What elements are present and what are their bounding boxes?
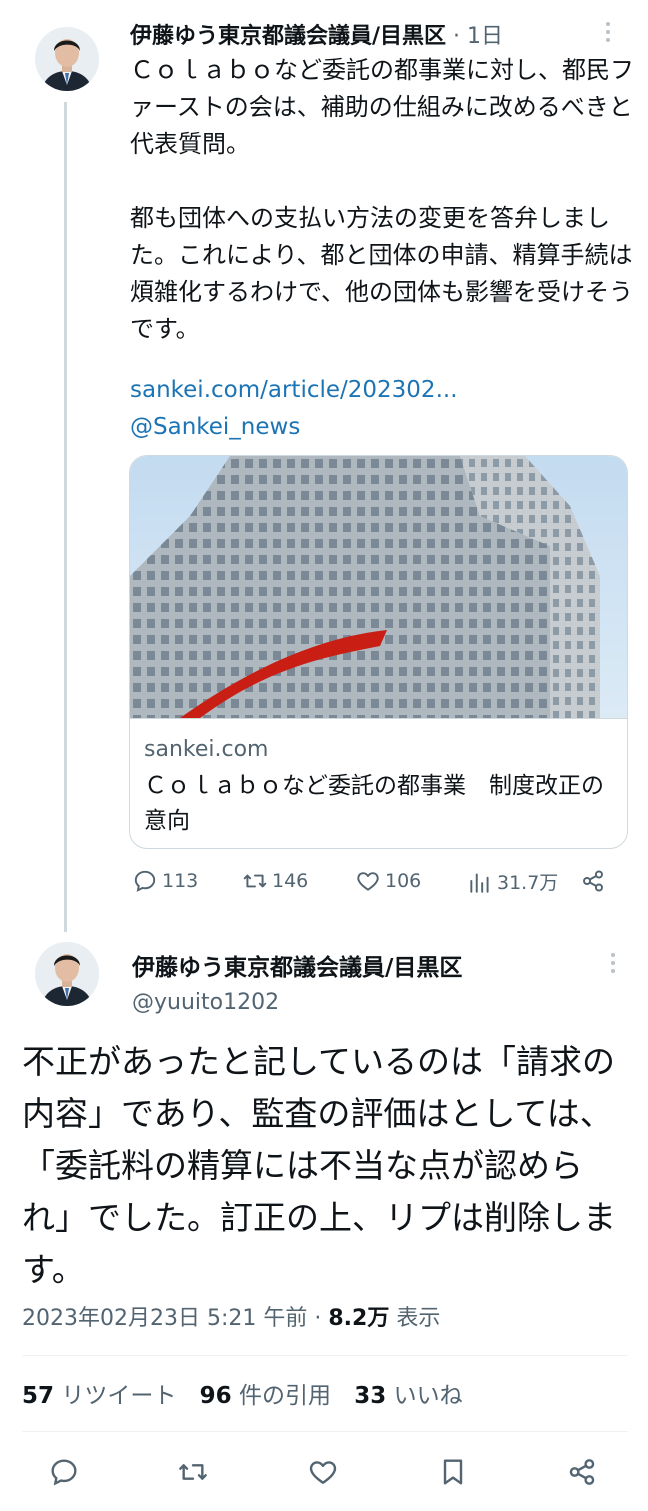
tweet1-text: Ｃｏｌａｂｏなど委託の都事業に対し、都民ファーストの会は、補助の仕組みに改めるべ… bbox=[130, 56, 634, 343]
more-icon[interactable] bbox=[603, 22, 613, 42]
share-icon bbox=[569, 1459, 595, 1485]
bookmark-button[interactable] bbox=[437, 1456, 469, 1488]
more-icon[interactable] bbox=[608, 953, 618, 973]
tweet2-meta: 2023年02月23日 5:21 午前 · 8.2万 表示 bbox=[22, 1300, 440, 1332]
author-name[interactable]: 伊藤ゆう東京都議会議員/目黒区 bbox=[132, 948, 462, 982]
author-handle[interactable]: @yuuito1202 bbox=[132, 990, 279, 1015]
reply-icon bbox=[134, 870, 156, 892]
reply-count: 113 bbox=[162, 870, 199, 892]
author-name[interactable]: 伊藤ゆう東京都議会議員/目黒区 bbox=[130, 24, 446, 49]
views-count: 8.2万 bbox=[328, 1306, 390, 1331]
tweet-timestamp[interactable]: 2023年02月23日 5:21 午前 bbox=[22, 1306, 307, 1331]
link-card[interactable]: sankei.com Ｃｏｌａｂｏなど委託の都事業 制度改正の意向 bbox=[129, 455, 628, 849]
tweet1-header: 伊藤ゆう東京都議会議員/目黒区 · 1日 bbox=[130, 18, 503, 50]
retweet-icon bbox=[243, 874, 267, 888]
separator: · bbox=[307, 1306, 329, 1331]
retweet-count: 146 bbox=[272, 870, 309, 892]
reply-icon bbox=[51, 1459, 77, 1486]
likes-stat[interactable]: 33 いいね bbox=[354, 1383, 462, 1409]
tweet2-text: 不正があったと記しているのは「請求の内容」であり、監査の評価はとしては、「委託料… bbox=[22, 1042, 616, 1289]
like-button[interactable]: 106 bbox=[355, 868, 421, 894]
like-button[interactable] bbox=[307, 1456, 339, 1488]
tweet2-action-bar bbox=[0, 1450, 648, 1494]
thread-line bbox=[64, 102, 67, 932]
card-title: Ｃｏｌａｂｏなど委託の都事業 制度改正の意向 bbox=[144, 773, 604, 834]
tweet2-stats: 57 リツイート 96 件の引用 33 いいね bbox=[22, 1376, 479, 1410]
views-icon bbox=[470, 872, 489, 893]
retweet-button[interactable] bbox=[177, 1456, 209, 1488]
like-icon bbox=[309, 1461, 337, 1484]
article-link[interactable]: sankei.com/article/202302... bbox=[130, 377, 458, 403]
card-image bbox=[130, 456, 627, 718]
retweets-stat[interactable]: 57 リツイート bbox=[22, 1383, 176, 1409]
retweet-icon bbox=[179, 1464, 207, 1480]
share-button[interactable] bbox=[566, 1456, 598, 1488]
mention-link[interactable]: @Sankei_news bbox=[130, 414, 300, 440]
bookmark-icon bbox=[443, 1459, 463, 1485]
divider bbox=[22, 1431, 628, 1432]
views-button[interactable]: 31.7万 bbox=[467, 868, 558, 895]
separator: · bbox=[446, 24, 468, 49]
share-icon bbox=[583, 870, 603, 892]
retweet-button[interactable]: 146 bbox=[242, 868, 308, 894]
tweet1-actions: 113 146 106 31.7万 bbox=[130, 866, 630, 902]
quotes-stat[interactable]: 96 件の引用 bbox=[200, 1383, 331, 1409]
like-icon bbox=[357, 872, 379, 891]
reply-button[interactable]: 113 bbox=[132, 868, 198, 894]
tweet-time[interactable]: 1日 bbox=[467, 24, 503, 49]
divider bbox=[22, 1355, 628, 1356]
views-count: 31.7万 bbox=[497, 872, 559, 894]
views-label: 表示 bbox=[389, 1306, 441, 1331]
card-meta: sankei.com Ｃｏｌａｂｏなど委託の都事業 制度改正の意向 bbox=[130, 718, 627, 848]
card-domain: sankei.com bbox=[144, 737, 269, 762]
like-count: 106 bbox=[385, 870, 422, 892]
share-button[interactable] bbox=[580, 868, 606, 894]
author-avatar[interactable] bbox=[35, 942, 99, 1006]
author-avatar[interactable] bbox=[35, 27, 99, 91]
reply-button[interactable] bbox=[48, 1456, 80, 1488]
